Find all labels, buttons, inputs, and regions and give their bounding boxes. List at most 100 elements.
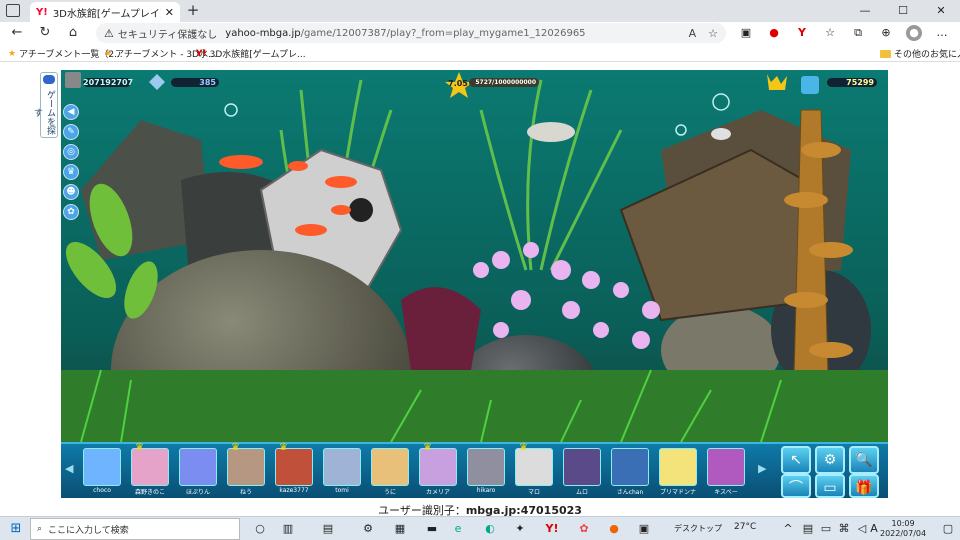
refresh-icon[interactable]: ↻ [36, 24, 54, 42]
cursor-tool-button[interactable]: ↖ [781, 446, 811, 474]
friend-name: キスベー [714, 489, 738, 496]
read-aloud-icon[interactable]: A [689, 27, 697, 40]
taskbar-clock[interactable]: 10:09 2022/07/04 [880, 519, 926, 539]
friend-card[interactable]: ♛ マロ [513, 442, 555, 496]
gift-button[interactable]: 🎁 [849, 474, 879, 498]
friend-name: 森野きのこ [134, 489, 165, 496]
game-canvas[interactable]: 207192707 385 7.05 5727/1000000000 75299… [61, 70, 888, 498]
clock-date: 2022/07/04 [880, 529, 927, 538]
cortana-icon[interactable]: ○ [252, 521, 268, 537]
friend-avatar [131, 448, 169, 486]
find-game-tab[interactable]: ゲームを探す [32, 72, 58, 138]
back-icon[interactable]: ← [8, 24, 26, 42]
explorer-icon[interactable]: ▦ [392, 521, 408, 537]
security-label: セキュリティ保護なし [117, 29, 218, 41]
home-icon[interactable]: ⌂ [64, 24, 82, 42]
tank-button[interactable]: ▭ [815, 474, 845, 498]
friend-card[interactable]: ♛ kaze3777 [273, 442, 315, 496]
minimize-button[interactable]: — [846, 0, 884, 22]
friend-name: マロ [527, 489, 540, 496]
friend-card[interactable]: ムロ [561, 448, 603, 496]
url-domain: yahoo-mbga.jp [225, 27, 301, 39]
friend-card[interactable]: うに [369, 448, 411, 496]
edge-legacy-icon[interactable]: e [450, 521, 466, 537]
browser-tab[interactable]: Y! 3D水族館[ゲームプレイ] - ゲームならY ✕ [30, 2, 180, 22]
friend-card[interactable]: ♛ ねう [225, 442, 267, 496]
friend-card[interactable]: choco [81, 448, 123, 496]
friend-card[interactable]: tomi [321, 448, 363, 496]
friend-avatar [611, 448, 649, 486]
feed-button[interactable]: ⌒ [781, 474, 811, 498]
battery-icon[interactable]: ▭ [818, 521, 834, 537]
favorite-star-icon[interactable]: ☆ [708, 27, 718, 40]
window-icon[interactable]: ▣ [636, 521, 652, 537]
extensions-icon[interactable]: ⊕ [878, 25, 894, 41]
tab-title: 3D水族館[ゲームプレイ] - ゲームならY [52, 8, 161, 20]
friend-card[interactable]: hikaro [465, 448, 507, 496]
app-red-icon[interactable]: ✿ [576, 521, 592, 537]
scroll-left-icon[interactable]: ◀ [65, 462, 73, 475]
network-icon[interactable]: ⌘ [836, 521, 852, 537]
tray-chevron-icon[interactable]: ^ [780, 521, 796, 537]
close-tab-icon[interactable]: ✕ [165, 6, 174, 19]
new-tab-button[interactable]: + [184, 2, 202, 20]
yahoo-icon[interactable]: Y! [544, 521, 560, 537]
shop-icon[interactable]: ✿ [63, 204, 79, 220]
firefox-icon[interactable]: ● [606, 521, 622, 537]
collections-icon[interactable]: ▣ [738, 25, 754, 41]
url-field[interactable]: ⚠ セキュリティ保護なし yahoo-mbga.jp /game/1200738… [96, 23, 726, 43]
extension-red-icon[interactable]: ● [766, 25, 782, 41]
friend-card[interactable]: キスベー [705, 448, 747, 496]
bookmark-3d-aquarium[interactable]: Y! 3D水族館[ゲームプレ... [196, 47, 306, 61]
yahoo-bookmark-icon: Y! [196, 48, 207, 59]
friend-card[interactable]: さんchan [609, 448, 651, 496]
store-icon[interactable]: ▬ [424, 521, 440, 537]
clock-time: 10:09 [891, 519, 915, 528]
level-badge: 7.05 [448, 79, 468, 88]
weather-temperature[interactable]: 27°C [734, 522, 756, 532]
zoom-button[interactable]: 🔍 [849, 446, 879, 474]
notification-icon[interactable]: ▢ [940, 521, 956, 537]
collections-panel-icon[interactable]: ⧉ [850, 25, 866, 41]
settings-more-icon[interactable]: … [934, 25, 950, 41]
bookmark-star-icon: ★ [8, 48, 17, 59]
profile-avatar[interactable]: ● [906, 25, 922, 41]
tray-app-icon[interactable]: ▤ [800, 521, 816, 537]
yahoo-extension-icon[interactable]: Y [794, 25, 810, 41]
scroll-right-icon[interactable]: ▶ [758, 462, 766, 475]
crown-icon: ♛ [231, 442, 240, 453]
camera-icon[interactable]: ◎ [63, 144, 79, 160]
app-icon[interactable]: ▤ [320, 521, 336, 537]
friend-card[interactable]: ♛ 森野きのこ [129, 442, 171, 496]
windows-start-icon[interactable]: ⊞ [8, 521, 24, 537]
friend-avatar [323, 448, 361, 486]
friend-card[interactable]: ほぷりん [177, 448, 219, 496]
tab-actions-icon[interactable] [6, 4, 20, 17]
favorites-icon[interactable]: ☆ [822, 25, 838, 41]
friend-avatar [515, 448, 553, 486]
gems-counter: 385 [171, 78, 219, 87]
search-placeholder: ここに入力して検索 [48, 525, 129, 536]
layout-button[interactable]: ⚙ [815, 446, 845, 474]
edit-icon[interactable]: ✎ [63, 124, 79, 140]
task-view-icon[interactable]: ▥ [280, 521, 296, 537]
edge-icon[interactable]: ◐ [482, 521, 498, 537]
friend-card[interactable]: プリマドンナ [657, 448, 699, 496]
settings-gear-icon[interactable]: ⚙ [360, 521, 376, 537]
maximize-button[interactable]: ☐ [884, 0, 922, 22]
other-favorites-folder[interactable]: その他のお気に入り [880, 47, 960, 60]
close-window-button[interactable]: ✕ [922, 0, 960, 22]
trophy-icon[interactable]: ♛ [63, 164, 79, 180]
desktop-label[interactable]: デスクトップ [674, 523, 722, 534]
friend-avatar [563, 448, 601, 486]
folder-icon [880, 49, 891, 58]
right-counter: 75299 [827, 78, 877, 87]
back-arrow-icon[interactable]: ◀ [63, 104, 79, 120]
friend-icon[interactable]: ☻ [63, 184, 79, 200]
friend-card[interactable]: ♛ カメリア [417, 442, 459, 496]
crown-icon: ♛ [135, 442, 144, 453]
taskbar-search-box[interactable]: ⌕ ここに入力して検索 [30, 518, 240, 540]
crown-icon: ♛ [423, 442, 432, 453]
game-icon[interactable]: ✦ [512, 521, 528, 537]
friend-avatar [707, 448, 745, 486]
